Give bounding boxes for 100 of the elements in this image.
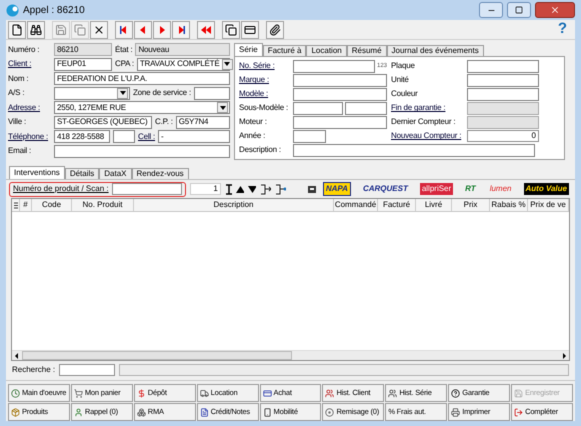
field-label: C.P. :	[155, 116, 173, 128]
input-field[interactable]	[467, 88, 539, 101]
scan-field[interactable]	[112, 183, 182, 195]
input-field[interactable]	[293, 144, 535, 157]
dropdown-field[interactable]: TRAVAUX COMPLÉTÉ	[136, 58, 230, 70]
quantity-field[interactable]: 1	[190, 183, 221, 195]
attach-button[interactable]	[266, 20, 284, 38]
column-header[interactable]: Description	[134, 199, 334, 211]
input-field[interactable]	[293, 102, 343, 115]
field-link[interactable]: Client :	[8, 58, 51, 70]
scan-link[interactable]: Numéro de produit / Scan :	[13, 183, 109, 195]
first-icon	[119, 24, 129, 34]
input-field[interactable]	[467, 74, 539, 87]
input-field[interactable]	[467, 60, 539, 73]
column-header[interactable]: Commandé	[334, 199, 378, 211]
column-header[interactable]: #	[20, 199, 32, 211]
column-header[interactable]: Prix de ve	[528, 199, 569, 211]
last-button[interactable]	[172, 20, 190, 38]
column-header[interactable]: Livré	[416, 199, 452, 211]
supplier-logo[interactable]: lumen	[488, 183, 514, 195]
input-field[interactable]: 418 228-5588	[54, 130, 110, 143]
maximize-button[interactable]	[507, 2, 531, 18]
search-button[interactable]	[27, 20, 45, 38]
input-field[interactable]	[194, 86, 230, 100]
input-field[interactable]: -	[158, 130, 230, 143]
input-field[interactable]	[293, 130, 326, 143]
exit-icon	[514, 408, 524, 416]
next-button[interactable]	[153, 20, 171, 38]
tab[interactable]: Interventions	[9, 166, 65, 179]
field-label: Dernier Compteur :	[391, 116, 456, 128]
field-link[interactable]: Téléphone :	[8, 130, 51, 142]
text-cursor-icon[interactable]	[224, 184, 232, 194]
people-icon	[388, 388, 398, 398]
supplier-logo[interactable]: NAPA	[322, 182, 351, 196]
card-button[interactable]	[241, 20, 259, 38]
supplier-logo[interactable]: Auto Value	[524, 183, 569, 195]
field-label: A/S :	[8, 87, 26, 99]
column-header[interactable]: Rabais %	[490, 199, 528, 211]
close-button[interactable]	[535, 2, 575, 18]
input-field[interactable]	[293, 74, 387, 87]
input-field[interactable]: 0	[467, 130, 539, 142]
up-arrow-icon[interactable]	[236, 186, 244, 192]
previous-button[interactable]	[134, 20, 152, 38]
input-field[interactable]: FEUP01	[54, 58, 112, 70]
input-field[interactable]: Nouveau	[135, 43, 230, 56]
delete-button[interactable]	[90, 20, 108, 38]
new-button[interactable]	[8, 20, 26, 38]
field-link[interactable]: Fin de garantie :	[391, 102, 465, 114]
field-link[interactable]: No. Série :	[239, 60, 291, 72]
rewind-button[interactable]	[197, 20, 215, 38]
input-field[interactable]: ST-GEORGES (QUEBEC)	[54, 116, 152, 128]
search-field[interactable]	[59, 364, 116, 376]
field-label: Année :	[239, 130, 266, 142]
tab[interactable]: Rendez-vous	[132, 168, 189, 179]
help-link[interactable]: ?	[558, 18, 567, 41]
tab[interactable]: Détails	[64, 168, 100, 179]
tab[interactable]: Journal des événements	[386, 45, 484, 56]
dropdown-field[interactable]: 2550, 127EME RUE	[54, 101, 230, 114]
input-field[interactable]	[467, 116, 539, 129]
supplier-logo[interactable]: allpriSer	[420, 183, 454, 195]
input-field[interactable]: 86210	[54, 43, 112, 56]
document-icon	[200, 408, 209, 416]
input-field[interactable]	[54, 144, 230, 158]
outdent-icon[interactable]	[275, 184, 286, 194]
copy-button[interactable]	[222, 20, 240, 38]
field-link[interactable]: Nouveau Compteur :	[391, 130, 465, 142]
column-header[interactable]: Code	[32, 199, 72, 211]
input-field[interactable]	[345, 102, 387, 115]
first-button[interactable]	[115, 20, 133, 38]
scrollbar-thumb[interactable]	[22, 351, 292, 360]
field-link[interactable]: Marque :	[239, 74, 291, 86]
horizontal-scrollbar[interactable]	[12, 350, 569, 360]
column-header[interactable]: Facturé	[378, 199, 416, 211]
input-field[interactable]	[293, 116, 387, 129]
scanner-icon[interactable]	[306, 184, 316, 194]
column-header[interactable]: Prix	[452, 199, 490, 211]
truck-icon	[200, 388, 209, 398]
input-field[interactable]	[467, 102, 539, 115]
field-link[interactable]: Modèle :	[239, 88, 291, 100]
column-header[interactable]: No. Produit	[72, 199, 134, 211]
dropdown-field[interactable]	[54, 86, 130, 100]
supplier-logo[interactable]: RT	[463, 183, 478, 195]
tab[interactable]: DataX	[99, 168, 132, 179]
column-menu-icon[interactable]	[12, 199, 20, 211]
field-link[interactable]: Cell :	[138, 130, 156, 142]
close-icon	[550, 5, 560, 15]
tab[interactable]: Location	[306, 45, 347, 56]
tab[interactable]: Série	[234, 43, 263, 56]
supplier-logo[interactable]: CARQUEST	[360, 183, 410, 195]
people-icon	[325, 388, 334, 398]
input-field[interactable]	[113, 130, 135, 143]
input-field[interactable]: FEDERATION DE L'U.P.A.	[54, 72, 230, 85]
tab[interactable]: Facturé à	[262, 45, 306, 56]
tab[interactable]: Résumé	[346, 45, 387, 56]
field-link[interactable]: Adresse :	[8, 102, 51, 114]
input-field[interactable]	[293, 88, 387, 101]
down-arrow-icon[interactable]	[248, 186, 256, 192]
input-field[interactable]	[293, 60, 375, 73]
input-field[interactable]: G5Y7N4	[176, 116, 230, 128]
indent-icon[interactable]	[260, 184, 272, 194]
